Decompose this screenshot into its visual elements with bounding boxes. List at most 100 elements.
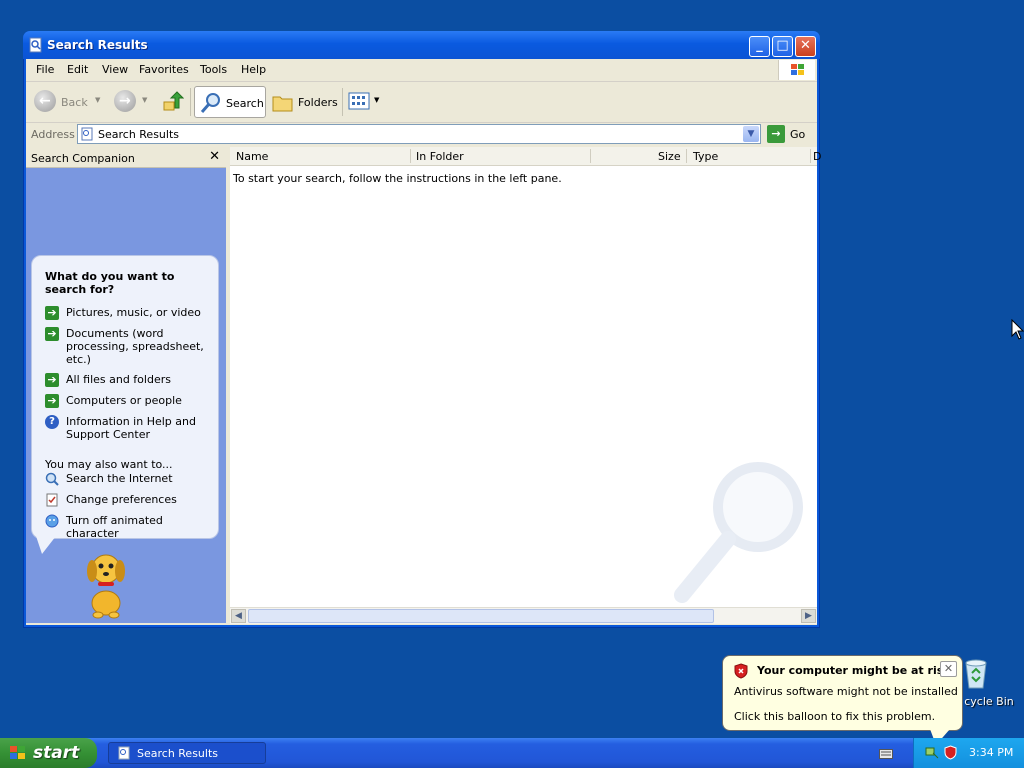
column-divider[interactable] [686, 149, 687, 163]
views-button[interactable]: ▼ [348, 86, 384, 118]
scroll-right-button[interactable]: ▶ [801, 609, 816, 623]
option-label: Pictures, music, or video [66, 306, 201, 319]
green-arrow-icon: ➔ [45, 306, 59, 320]
folders-button[interactable]: Folders [272, 86, 342, 118]
system-tray: 3:34 PM [913, 738, 1024, 768]
search-options-balloon: What do you want to search for? ➔ Pictur… [31, 255, 219, 540]
toolbar-separator [190, 88, 191, 116]
folders-label: Folders [298, 96, 338, 109]
windows-flag-icon [791, 64, 804, 75]
forward-button[interactable]: → ▼ [114, 86, 150, 118]
horizontal-scrollbar[interactable]: ◀ ▶ [230, 607, 817, 624]
column-type[interactable]: Type [693, 150, 718, 163]
help-icon: ? [45, 415, 59, 429]
address-input[interactable]: Search Results ▼ [77, 124, 761, 144]
close-pane-icon[interactable]: ✕ [209, 149, 220, 164]
animated-character-icon [45, 514, 59, 528]
menu-view[interactable]: View [102, 63, 128, 76]
up-folder-icon [163, 91, 184, 111]
network-icon[interactable] [925, 745, 939, 759]
green-arrow-icon: ➔ [45, 327, 59, 341]
maximize-icon: □ [776, 38, 789, 53]
keyboard-icon[interactable] [879, 749, 893, 759]
close-button[interactable]: ✕ [795, 36, 816, 57]
column-header: Name In Folder Size Type D [230, 147, 821, 166]
option-label: Change preferences [66, 493, 177, 506]
minimize-button[interactable]: _ [749, 36, 770, 57]
menu-help[interactable]: Help [241, 63, 266, 76]
folders-icon [272, 96, 293, 112]
chevron-left-icon: ◀ [235, 611, 242, 621]
option-label: All files and folders [66, 373, 171, 386]
start-label: start [33, 743, 80, 763]
security-alert-balloon[interactable]: Your computer might be at risk ✕ Antivir… [722, 655, 963, 731]
address-label: Address [31, 128, 75, 141]
close-icon: ✕ [943, 662, 954, 675]
maximize-button[interactable]: □ [772, 36, 793, 57]
windows-flag-icon [10, 746, 25, 759]
column-size[interactable]: Size [658, 150, 681, 163]
taskbar: start Search Results 3:34 PM [0, 738, 1024, 768]
search-window-icon [29, 37, 42, 53]
forward-dropdown-icon[interactable]: ▼ [142, 96, 147, 104]
search-label: Search [226, 97, 264, 110]
go-arrow-icon: → [767, 125, 785, 143]
option-label: Search the Internet [66, 472, 173, 485]
window-frame: File Edit View Favorites Tools Help ← Ba… [26, 59, 821, 625]
option-label: Documents (word processing, spreadsheet,… [66, 327, 204, 366]
scroll-left-button[interactable]: ◀ [231, 609, 246, 623]
toolbar-separator [342, 88, 343, 116]
column-divider[interactable] [810, 149, 811, 163]
search-results-window: Search Results _ □ ✕ File Edit View Favo… [23, 31, 821, 628]
search-results-list: Name In Folder Size Type D To start your… [230, 147, 821, 624]
back-button[interactable]: ← Back ▼ [34, 86, 102, 118]
back-label: Back [61, 96, 88, 109]
chevron-down-icon: ▼ [747, 129, 755, 139]
taskbar-item-label: Search Results [137, 747, 219, 760]
balloon-tail [36, 536, 56, 554]
search-instruction: To start your search, follow the instruc… [233, 172, 562, 185]
go-button[interactable]: → Go [767, 125, 815, 143]
close-icon: ✕ [800, 38, 811, 53]
minimize-icon: _ [756, 38, 763, 53]
column-divider[interactable] [410, 149, 411, 163]
menu-edit[interactable]: Edit [67, 63, 88, 76]
option-label: Turn off animated character [66, 514, 163, 540]
taskbar-item-search-results[interactable]: Search Results [108, 742, 266, 764]
search-question: What do you want to search for? [45, 270, 175, 296]
menu-favorites[interactable]: Favorites [139, 63, 189, 76]
rover-dog-icon[interactable] [76, 545, 136, 619]
search-internet-icon [45, 472, 59, 486]
start-button[interactable]: start [0, 738, 97, 768]
menu-bar: File Edit View Favorites Tools Help [26, 59, 817, 82]
menu-tools[interactable]: Tools [200, 63, 227, 76]
security-center-icon[interactable] [944, 745, 957, 760]
security-shield-icon [734, 663, 748, 679]
views-grid-icon [348, 92, 370, 110]
address-dropdown-button[interactable]: ▼ [743, 126, 759, 142]
back-dropdown-icon[interactable]: ▼ [95, 96, 100, 104]
forward-arrow-icon: → [114, 90, 136, 112]
menu-file[interactable]: File [36, 63, 54, 76]
column-in-folder[interactable]: In Folder [416, 150, 464, 163]
go-label: Go [790, 128, 806, 141]
option-label: Information in Help and Support Center [66, 415, 196, 441]
search-window-icon [118, 746, 130, 760]
column-date[interactable]: D [813, 150, 821, 163]
views-dropdown-icon: ▼ [374, 96, 380, 104]
green-arrow-icon: ➔ [45, 373, 59, 387]
recycle-bin-label: cycle Bin [964, 695, 1014, 708]
title-bar[interactable]: Search Results _ □ ✕ [23, 31, 820, 59]
up-folder-button[interactable] [162, 86, 184, 118]
toolbar: ← Back ▼ → ▼ Search Folders ▼ [26, 82, 817, 123]
search-results-icon [81, 127, 93, 141]
green-arrow-icon: ➔ [45, 394, 59, 408]
magnifier-watermark-icon [674, 462, 803, 603]
preferences-icon [46, 493, 58, 507]
column-name[interactable]: Name [236, 150, 268, 163]
alert-close-button[interactable]: ✕ [940, 661, 957, 677]
clock: 3:34 PM [969, 746, 1014, 759]
scroll-thumb[interactable] [248, 609, 714, 623]
column-divider[interactable] [590, 149, 591, 163]
search-button[interactable]: Search [194, 86, 266, 118]
